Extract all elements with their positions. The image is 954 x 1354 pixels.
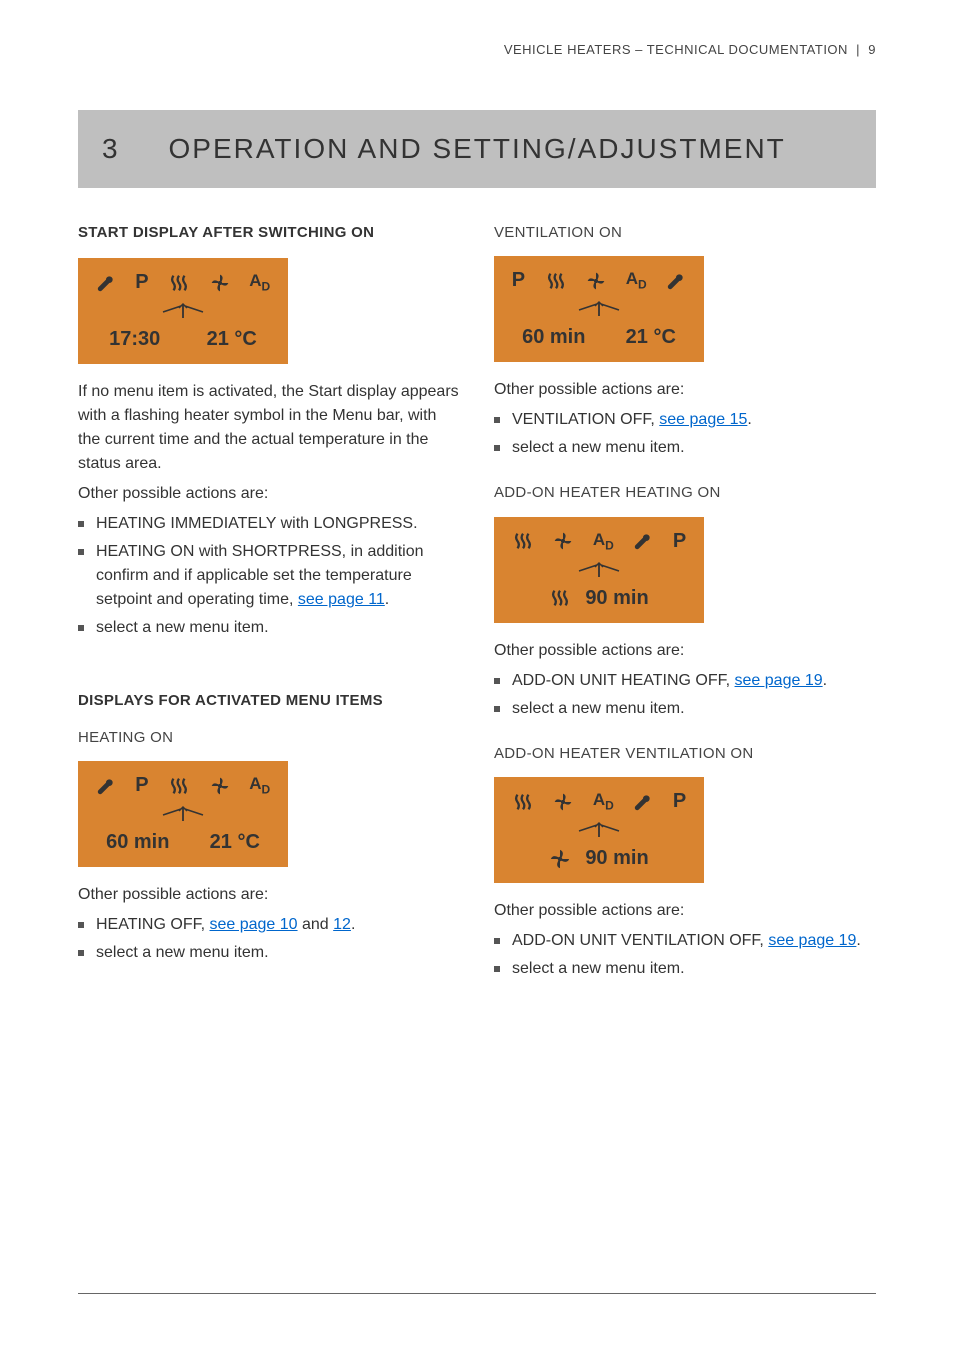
start-display-panel: P AD 17:30 21 °C <box>78 258 288 364</box>
chapter-title: OPERATION AND SETTING/ADJUSTMENT <box>168 133 785 164</box>
fan-icon <box>586 265 606 295</box>
page-header: VEHICLE HEATERS – TECHNICAL DOCUMENTATIO… <box>78 40 876 60</box>
sec5-sub: ADD-ON HEATER VENTILATION ON <box>494 743 876 766</box>
heat-icon <box>512 786 534 816</box>
heat-icon <box>545 265 567 295</box>
page-link-11[interactable]: see page 11 <box>298 591 385 608</box>
program-icon: P <box>673 526 686 556</box>
sec5-actions-list: ADD-ON UNIT VENTILATION OFF, see page 19… <box>494 929 876 981</box>
chapter-title-bar: 3 OPERATION AND SETTING/ADJUSTMENT <box>78 110 876 188</box>
wrench-icon <box>96 770 116 800</box>
list-item: HEATING OFF, see page 10 and 12. <box>78 913 460 937</box>
fan-icon <box>210 267 230 297</box>
heat-icon <box>168 770 190 800</box>
sec3-actions-label: Other possible actions are: <box>494 378 876 402</box>
sec4-sub: ADD-ON HEATER HEATING ON <box>494 482 876 505</box>
display-temp: 21 °C <box>207 324 257 354</box>
addon-vent-display: AD P 90 min <box>494 777 704 883</box>
sec5-actions-label: Other possible actions are: <box>494 899 876 923</box>
page-link-10[interactable]: see page 10 <box>209 916 297 933</box>
header-title: VEHICLE HEATERS – TECHNICAL DOCUMENTATIO… <box>504 42 848 57</box>
status-heat-icon <box>549 583 571 613</box>
sec4-actions-label: Other possible actions are: <box>494 639 876 663</box>
addon-icon: AD <box>626 266 647 293</box>
fan-icon <box>210 770 230 800</box>
addon-icon: AD <box>249 771 270 798</box>
sec4-actions-list: ADD-ON UNIT HEATING OFF, see page 19. se… <box>494 669 876 721</box>
status-fan-icon <box>549 843 571 873</box>
display-temp: 21 °C <box>210 827 260 857</box>
display-time: 17:30 <box>109 324 160 354</box>
list-item: VENTILATION OFF, see page 15. <box>494 408 876 432</box>
heat-icon <box>168 267 190 297</box>
sec1-actions-label: Other possible actions are: <box>78 482 460 506</box>
program-icon: P <box>135 770 148 800</box>
sec1-para: If no menu item is activated, the Start … <box>78 380 460 476</box>
sec3-sub: VENTILATION ON <box>494 222 876 245</box>
addon-icon: AD <box>593 787 614 814</box>
chapter-num: 3 <box>102 133 120 164</box>
list-item: select a new menu item. <box>494 957 876 981</box>
right-column: VENTILATION ON P AD 60 min 21 °C Other p… <box>494 222 876 1004</box>
wrench-icon <box>633 526 653 556</box>
footer-rule <box>78 1293 876 1294</box>
display-temp: 21 °C <box>626 322 676 352</box>
fan-icon <box>553 786 573 816</box>
display-time: 90 min <box>585 843 648 873</box>
list-item: select a new menu item. <box>78 616 460 640</box>
addon-icon: AD <box>249 268 270 295</box>
list-item: HEATING ON with SHORTPRESS, in addition … <box>78 540 460 612</box>
sec1-heading: START DISPLAY AFTER SWITCHING ON <box>78 222 460 245</box>
page-link-15[interactable]: see page 15 <box>659 411 747 428</box>
program-icon: P <box>673 786 686 816</box>
display-time: 60 min <box>522 322 585 352</box>
sec2-actions-label: Other possible actions are: <box>78 883 460 907</box>
list-item: ADD-ON UNIT HEATING OFF, see page 19. <box>494 669 876 693</box>
sec2-heading: DISPLAYS FOR ACTIVATED MENU ITEMS <box>78 690 460 713</box>
addon-heating-display: AD P 90 min <box>494 517 704 623</box>
list-item: ADD-ON UNIT VENTILATION OFF, see page 19… <box>494 929 876 953</box>
list-item: select a new menu item. <box>78 941 460 965</box>
program-icon: P <box>135 267 148 297</box>
ventilation-on-display: P AD 60 min 21 °C <box>494 256 704 362</box>
page-link-19[interactable]: see page 19 <box>735 672 823 689</box>
program-icon: P <box>512 265 525 295</box>
chapter-heading: 3 OPERATION AND SETTING/ADJUSTMENT <box>102 128 852 170</box>
page-link-12[interactable]: 12 <box>333 916 351 933</box>
heating-on-display: P AD 60 min 21 °C <box>78 761 288 867</box>
sec1-actions-list: HEATING IMMEDIATELY with LONGPRESS. HEAT… <box>78 512 460 640</box>
display-time: 90 min <box>585 583 648 613</box>
page-link-19b[interactable]: see page 19 <box>768 932 856 949</box>
left-column: START DISPLAY AFTER SWITCHING ON P AD 17… <box>78 222 460 1004</box>
list-item: select a new menu item. <box>494 697 876 721</box>
list-item: select a new menu item. <box>494 436 876 460</box>
sec3-actions-list: VENTILATION OFF, see page 15. select a n… <box>494 408 876 460</box>
fan-icon <box>553 526 573 556</box>
heat-icon <box>512 526 534 556</box>
wrench-icon <box>666 265 686 295</box>
sec2-actions-list: HEATING OFF, see page 10 and 12. select … <box>78 913 460 965</box>
addon-icon: AD <box>593 527 614 554</box>
wrench-icon <box>633 786 653 816</box>
header-page-num: 9 <box>868 42 876 57</box>
wrench-icon <box>96 267 116 297</box>
display-time: 60 min <box>106 827 169 857</box>
sec2-sub: HEATING ON <box>78 727 460 750</box>
list-item: HEATING IMMEDIATELY with LONGPRESS. <box>78 512 460 536</box>
